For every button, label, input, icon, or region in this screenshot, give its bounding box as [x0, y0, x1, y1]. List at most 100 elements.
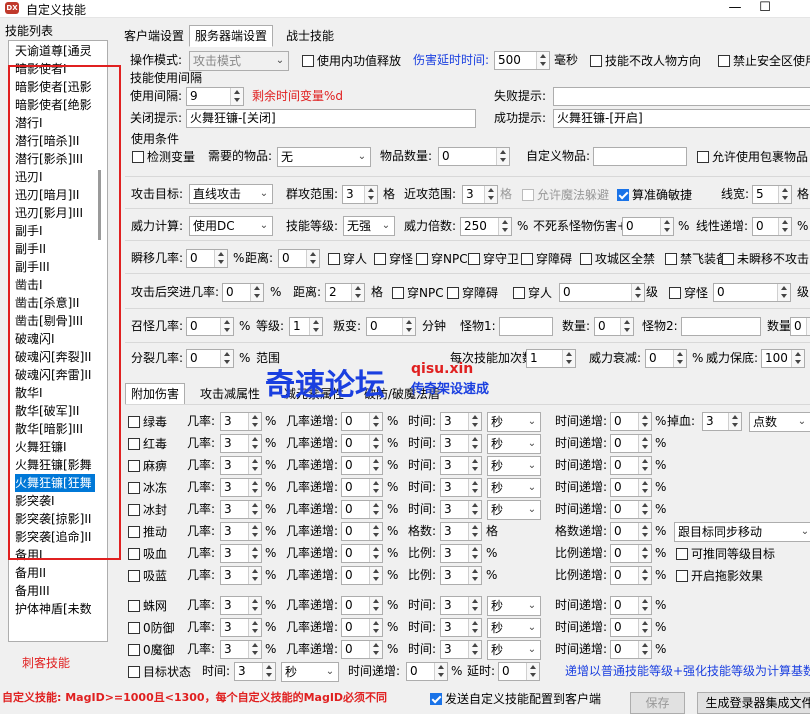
effect-1-time-unit[interactable]: 秒 ⌄	[487, 434, 541, 454]
skill-list-item[interactable]: 天谕道尊[通灵	[15, 42, 95, 60]
generate-launcher-button[interactable]: 生成登录器集成文件	[697, 692, 810, 714]
spin-arrows-icon[interactable]	[369, 619, 382, 636]
spin-arrows-icon[interactable]	[468, 545, 481, 562]
row4-nouse-npc-checkbox[interactable]: 穿NPC	[392, 285, 444, 301]
tab-sub-0[interactable]: 附加伤害	[125, 383, 186, 405]
effect-4-rate-input[interactable]: 3	[220, 500, 262, 519]
spin-arrows-icon[interactable]	[369, 435, 382, 452]
row3-checkbox-3[interactable]: 穿守卫	[468, 251, 519, 267]
spin-arrows-icon[interactable]	[498, 218, 511, 235]
spin-arrows-icon[interactable]	[250, 284, 263, 301]
chevron-down-icon[interactable]: ⌄	[356, 148, 368, 166]
group-range-input[interactable]: 3	[342, 185, 378, 204]
effect-2-time-input[interactable]: 3	[440, 456, 482, 475]
target-state-unit-select[interactable]: 秒 ⌄	[281, 662, 339, 682]
spin-arrows-icon[interactable]	[364, 186, 377, 203]
blink-input[interactable]: 0	[186, 249, 228, 268]
line-width-input[interactable]: 5	[752, 185, 792, 204]
allow-dodge-checkbox[interactable]: 允许魔法躲避	[522, 187, 609, 203]
spin-arrows-icon[interactable]	[484, 186, 497, 203]
suck_mp-ratio-input[interactable]: 3	[440, 566, 482, 585]
spin-arrows-icon[interactable]	[220, 350, 233, 367]
spin-arrows-icon[interactable]	[306, 250, 319, 267]
spider-time-unit[interactable]: 秒 ⌄	[487, 596, 541, 616]
effect-3-time-unit[interactable]: 秒 ⌄	[487, 478, 541, 498]
spin-arrows-icon[interactable]	[660, 218, 673, 235]
suck_mp-rate-input[interactable]: 3	[220, 566, 262, 585]
need-item-select[interactable]: 无 ⌄	[277, 147, 371, 167]
spin-arrows-icon[interactable]	[248, 641, 261, 658]
zero_mdef-time-input[interactable]: 3	[440, 640, 482, 659]
zero_mdef-tinc-input[interactable]: 0	[610, 640, 652, 659]
spin-arrows-icon[interactable]	[248, 567, 261, 584]
no-player-dir-checkbox[interactable]: 技能不改人物方向	[590, 53, 701, 69]
spin-arrows-icon[interactable]	[434, 663, 447, 680]
push-follow-select[interactable]: 跟目标同步移动 ⌄	[674, 522, 810, 542]
spin-arrows-icon[interactable]	[468, 523, 481, 540]
effect-0-time-input[interactable]: 3	[440, 412, 482, 431]
effect-2-tinc-input[interactable]: 0	[610, 456, 652, 475]
spin-arrows-icon[interactable]	[806, 318, 810, 335]
delay-input[interactable]: 500	[494, 51, 550, 70]
effect-2-rate-input[interactable]: 3	[220, 456, 262, 475]
chevron-down-icon[interactable]: ⌄	[526, 435, 538, 453]
zero_mdef-time-unit[interactable]: 秒 ⌄	[487, 640, 541, 660]
undead-input[interactable]: 0	[622, 217, 674, 236]
spin-arrows-icon[interactable]	[248, 435, 261, 452]
spin-arrows-icon[interactable]	[468, 641, 481, 658]
minimize-button[interactable]: —	[720, 0, 750, 18]
push-rate-input[interactable]: 3	[220, 522, 262, 541]
monster2-input[interactable]	[681, 317, 761, 336]
drop-input[interactable]: 3	[702, 412, 742, 431]
spin-arrows-icon[interactable]	[248, 501, 261, 518]
effect-2-rinc-input[interactable]: 0	[341, 456, 383, 475]
chevron-down-icon[interactable]: ⌄	[526, 501, 538, 519]
spin-arrows-icon[interactable]	[402, 318, 415, 335]
row3-checkbox-6[interactable]: 禁飞装备	[665, 251, 728, 267]
effect-4-checkbox[interactable]: 冰封	[128, 502, 167, 518]
spin-arrows-icon[interactable]	[369, 545, 382, 562]
summon-input[interactable]: 0	[186, 317, 234, 336]
spin-arrows-icon[interactable]	[369, 501, 382, 518]
effect-2-checkbox[interactable]: 麻痹	[128, 458, 167, 474]
spin-arrows-icon[interactable]	[496, 148, 509, 165]
summon-level-input[interactable]: 1	[289, 317, 323, 336]
spider-checkbox[interactable]: 蛛网	[128, 598, 167, 614]
effect-1-rate-input[interactable]: 3	[220, 434, 262, 453]
spin-arrows-icon[interactable]	[638, 523, 651, 540]
spin-arrows-icon[interactable]	[468, 567, 481, 584]
suck_mp-checkbox[interactable]: 吸蓝	[128, 568, 167, 584]
effect-0-rate-input[interactable]: 3	[220, 412, 262, 431]
chevron-down-icon[interactable]: ⌄	[799, 523, 810, 541]
chevron-down-icon[interactable]: ⌄	[796, 413, 808, 431]
drop-mode-select[interactable]: 点数 ⌄	[749, 412, 810, 432]
zero_def-rinc-input[interactable]: 0	[341, 618, 383, 637]
suck_hp-ratio-inc-input[interactable]: 0	[610, 544, 652, 563]
effect-0-rinc-input[interactable]: 0	[341, 412, 383, 431]
retreat-input[interactable]: 0	[222, 283, 264, 302]
precise-checkbox[interactable]: 算准确敏捷	[617, 187, 692, 203]
spin-arrows-icon[interactable]	[369, 641, 382, 658]
effect-0-checkbox[interactable]: 绿毒	[128, 414, 167, 430]
effect-4-time-input[interactable]: 3	[440, 500, 482, 519]
push-cinc-input[interactable]: 0	[610, 522, 652, 541]
suck_hp-extra-checkbox[interactable]: 可推同等级目标	[676, 546, 775, 562]
monster1-input[interactable]	[499, 317, 553, 336]
mutate-input[interactable]: 0	[366, 317, 416, 336]
spin-arrows-icon[interactable]	[230, 88, 243, 105]
spin-arrows-icon[interactable]	[638, 597, 651, 614]
effect-0-tinc-input[interactable]: 0	[610, 412, 652, 431]
power-calc-select[interactable]: 使用DC ⌄	[189, 216, 273, 236]
spin-arrows-icon[interactable]	[351, 284, 364, 301]
spin-arrows-icon[interactable]	[468, 435, 481, 452]
chevron-down-icon[interactable]: ⌄	[324, 663, 336, 681]
qty2-input[interactable]: 0	[790, 317, 810, 336]
spin-arrows-icon[interactable]	[673, 350, 686, 367]
spin-arrows-icon[interactable]	[248, 413, 261, 430]
effect-3-tinc-input[interactable]: 0	[610, 478, 652, 497]
spin-arrows-icon[interactable]	[248, 619, 261, 636]
near-range-input[interactable]: 3	[462, 185, 498, 204]
row3-checkbox-7[interactable]: 未瞬移不攻击	[722, 251, 809, 267]
row4-value2-input[interactable]: 0	[713, 283, 791, 302]
spin-arrows-icon[interactable]	[248, 597, 261, 614]
